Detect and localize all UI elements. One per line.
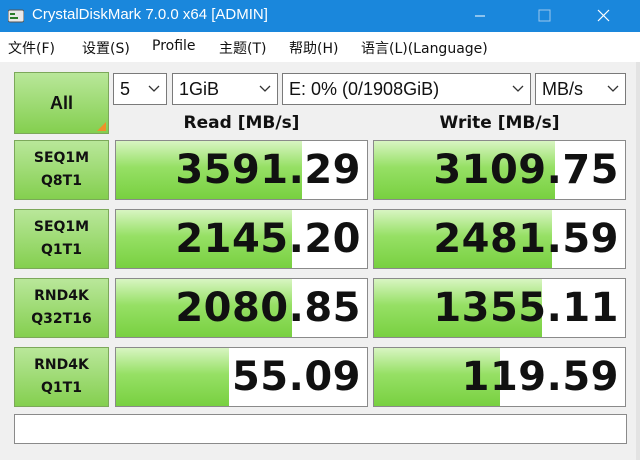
unit-select[interactable]: MB/s — [535, 73, 626, 105]
window-frame-edge — [636, 62, 640, 460]
corner-triangle-icon — [97, 122, 106, 131]
size-select[interactable]: 1GiB — [172, 73, 278, 105]
maximize-button[interactable] — [520, 0, 566, 32]
all-button[interactable]: All — [14, 72, 109, 134]
write-result: 1355.11 — [373, 278, 626, 338]
test-params: Q1T1 — [41, 242, 82, 258]
menu-profile[interactable]: Profile — [152, 38, 196, 54]
read-value: 3591.29 — [175, 147, 361, 193]
minimize-icon — [475, 15, 485, 17]
test-button-rnd4k-q1t1[interactable]: RND4K Q1T1 — [14, 347, 109, 407]
read-result: 2145.20 — [115, 209, 368, 269]
write-value: 2481.59 — [433, 216, 619, 262]
test-name: RND4K — [34, 288, 89, 304]
drive-value: E: 0% (0/1908GiB) — [289, 79, 440, 99]
menu-language[interactable]: 语言(L)(Language) — [361, 38, 488, 58]
menu-bar: 文件(F) 设置(S) Profile 主题(T) 帮助(H) 语言(L)(La… — [0, 32, 640, 62]
read-result: 3591.29 — [115, 140, 368, 200]
count-value: 5 — [120, 79, 131, 99]
write-result: 3109.75 — [373, 140, 626, 200]
test-params: Q8T1 — [41, 173, 82, 189]
maximize-icon — [538, 9, 551, 22]
test-button-rnd4k-q32t16[interactable]: RND4K Q32T16 — [14, 278, 109, 338]
all-button-label: All — [49, 92, 73, 113]
chevron-down-icon — [607, 85, 619, 92]
write-value: 3109.75 — [433, 147, 619, 193]
drive-select[interactable]: E: 0% (0/1908GiB) — [282, 73, 531, 105]
close-button[interactable] — [580, 0, 626, 32]
minimize-button[interactable] — [457, 0, 503, 32]
read-header: Read [MB/s] — [183, 113, 300, 133]
test-button-seq1m-q1t1[interactable]: SEQ1M Q1T1 — [14, 209, 109, 269]
chevron-down-icon — [148, 85, 160, 92]
app-icon — [8, 9, 24, 23]
read-value: 2145.20 — [175, 216, 361, 262]
write-result: 2481.59 — [373, 209, 626, 269]
unit-value: MB/s — [542, 79, 584, 99]
write-result: 119.59 — [373, 347, 626, 407]
title-bar: CrystalDiskMark 7.0.0 x64 [ADMIN] — [0, 0, 640, 32]
read-result: 2080.85 — [115, 278, 368, 338]
close-icon — [597, 9, 610, 22]
menu-theme[interactable]: 主题(T) — [219, 38, 266, 58]
test-name: SEQ1M — [33, 219, 90, 235]
comment-input[interactable] — [14, 414, 627, 444]
read-bar — [116, 348, 229, 406]
window-title: CrystalDiskMark 7.0.0 x64 [ADMIN] — [32, 6, 268, 23]
write-value: 119.59 — [461, 354, 619, 400]
test-name: RND4K — [34, 357, 89, 373]
menu-file[interactable]: 文件(F) — [8, 38, 55, 58]
menu-help[interactable]: 帮助(H) — [289, 38, 338, 58]
test-params: Q32T16 — [31, 311, 92, 327]
chevron-down-icon — [512, 85, 524, 92]
write-value: 1355.11 — [433, 285, 619, 331]
write-header: Write [MB/s] — [439, 113, 560, 133]
count-select[interactable]: 5 — [113, 73, 167, 105]
menu-settings[interactable]: 设置(S) — [82, 38, 130, 58]
read-value: 2080.85 — [175, 285, 361, 331]
size-value: 1GiB — [179, 79, 220, 99]
test-params: Q1T1 — [41, 380, 82, 396]
read-value: 55.09 — [231, 354, 361, 400]
chevron-down-icon — [259, 85, 271, 92]
read-result: 55.09 — [115, 347, 368, 407]
test-name: SEQ1M — [33, 150, 90, 166]
test-button-seq1m-q8t1[interactable]: SEQ1M Q8T1 — [14, 140, 109, 200]
